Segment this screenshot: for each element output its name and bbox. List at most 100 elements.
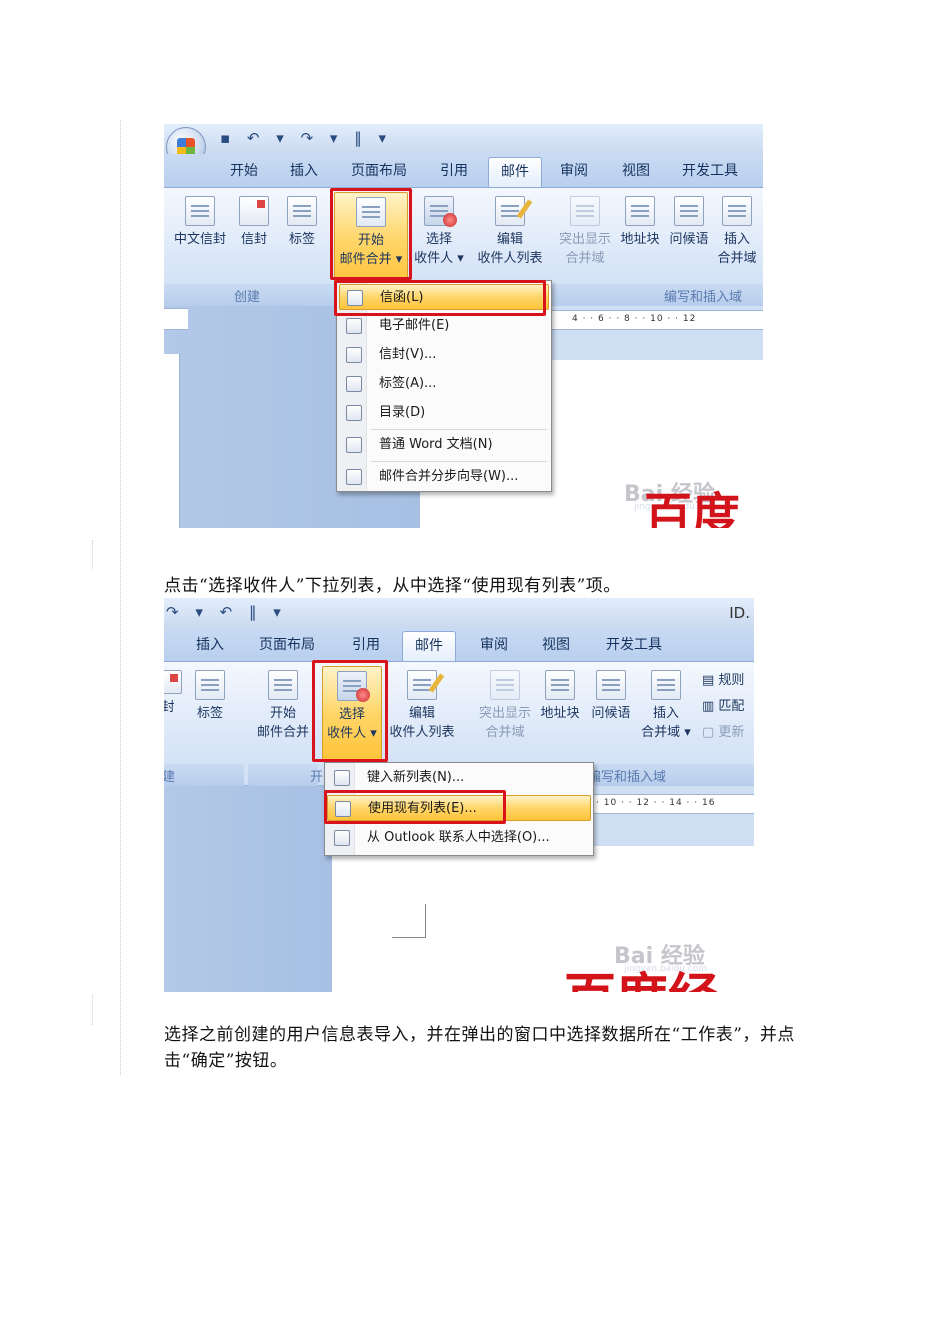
tab-review[interactable]: 审阅 (560, 160, 588, 180)
menu-item-normal-word-document[interactable]: 普通 Word 文档(N) (339, 432, 549, 458)
labels-icon (287, 196, 317, 226)
address-block-button[interactable]: 地址块 (618, 196, 662, 249)
instruction-caption-1: 点击“选择收件人”下拉列表，从中选择“使用现有列表”项。 (164, 576, 621, 596)
edit-recipient-list-button[interactable]: 编辑 收件人列表 (384, 670, 460, 742)
left-margin-rule (120, 120, 121, 1075)
update-labels-button[interactable]: ▢ 更新 (702, 720, 744, 746)
greeting-line-button[interactable]: 问候语 (666, 196, 712, 249)
labels-icon (195, 670, 225, 700)
edit-list-line2: 收件人列表 (477, 251, 543, 266)
ruler-corner-button[interactable] (164, 308, 188, 330)
insert-merge-field-button[interactable]: 插入 合并域 (714, 196, 760, 268)
tab-review[interactable]: 审阅 (480, 634, 508, 654)
menu-item-email[interactable]: 电子邮件(E) (339, 313, 549, 339)
match-fields-button[interactable]: ▥ 匹配 (702, 694, 744, 720)
insert-merge-field-button[interactable]: 插入 合并域 ▾ (638, 670, 694, 742)
screenshot-mail-merge-start: ▪ ↶ ▾ ↷ ▾ ‖ ▾ 开始 插入 页面布局 引用 邮件 审阅 视图 开发工… (164, 124, 763, 528)
tab-references[interactable]: 引用 (440, 160, 468, 180)
menu-item-directory[interactable]: 目录(D) (339, 400, 549, 426)
update-labels-label: 更新 (718, 725, 745, 740)
margin-mark (92, 540, 93, 570)
highlight-box-letters (334, 280, 546, 316)
address-block-label: 地址块 (540, 706, 580, 721)
insert-merge-field-icon (722, 196, 752, 226)
margin-corner-mark (392, 904, 426, 938)
address-block-label: 地址块 (620, 232, 660, 247)
highlight-fields-line1: 突出显示 (558, 232, 611, 247)
edit-recipient-list-button[interactable]: 编辑 收件人列表 (470, 196, 550, 268)
insert-field-line2: 合并域 (717, 251, 757, 266)
envelope-button-partial[interactable]: 封 (164, 670, 182, 717)
highlight-merge-fields-button[interactable]: 突出显示 合并域 (474, 670, 536, 742)
tab-references[interactable]: 引用 (352, 634, 380, 654)
select-recipients-button[interactable]: 选择 收件人 ▾ (410, 196, 468, 268)
highlight-box-use-existing-list (324, 790, 506, 824)
start-mail-merge-line1: 开始 (269, 706, 296, 721)
rules-button[interactable]: ▤ 规则 (702, 668, 744, 694)
address-block-icon (625, 196, 655, 226)
tab-mailings[interactable]: 邮件 (488, 157, 542, 187)
baidu-watermark-text: 百度经 (564, 956, 720, 992)
create-group-label: 创建 (234, 290, 261, 305)
tab-home[interactable]: 开始 (230, 160, 258, 180)
quick-access-toolbar[interactable]: ▪ ↶ ▾ ↷ ▾ ‖ ▾ (220, 129, 392, 147)
word-doc-icon (346, 437, 362, 453)
highlight-merge-fields-button[interactable]: 突出显示 合并域 (554, 196, 616, 268)
label-icon (346, 376, 362, 392)
create-group-bar (164, 764, 244, 786)
envelope-label-partial: 封 (164, 700, 175, 715)
edit-recipient-list-icon (495, 196, 525, 226)
menu-item-label: 目录(D) (379, 405, 426, 420)
envelope-label: 信封 (240, 232, 267, 247)
envelope-button[interactable]: 信封 (234, 196, 274, 249)
start-mail-merge-icon (268, 670, 298, 700)
tab-developer[interactable]: 开发工具 (606, 634, 662, 654)
edit-list-line1: 编辑 (496, 232, 523, 247)
start-mail-merge-button[interactable]: 开始 邮件合并 (248, 670, 318, 742)
menu-item-outlook-contacts[interactable]: 从 Outlook 联系人中选择(O)... (327, 825, 591, 851)
edit-list-line2: 收件人列表 (389, 725, 455, 740)
ribbon-tabs: 插入 页面布局 引用 邮件 审阅 视图 开发工具 (164, 628, 754, 662)
tab-view[interactable]: 视图 (622, 160, 650, 180)
tab-page-layout[interactable]: 页面布局 (259, 634, 315, 654)
address-block-button[interactable]: 地址块 (538, 670, 582, 723)
tab-page-layout[interactable]: 页面布局 (351, 160, 407, 180)
insert-field-line1: 插入 (652, 706, 679, 721)
chinese-envelope-button[interactable]: 中文信封 (170, 196, 230, 249)
menu-item-mail-merge-wizard[interactable]: 邮件合并分步向导(W)... (339, 464, 549, 490)
directory-icon (346, 405, 362, 421)
match-fields-label: 匹配 (718, 699, 745, 714)
insert-field-line1: 插入 (723, 232, 750, 247)
tab-insert[interactable]: 插入 (290, 160, 318, 180)
write-insert-group-label: 编写和插入域 (664, 290, 743, 305)
tab-mailings[interactable]: 邮件 (402, 631, 456, 661)
tab-developer[interactable]: 开发工具 (682, 160, 738, 180)
address-block-icon (545, 670, 575, 700)
greeting-line-label: 问候语 (669, 232, 709, 247)
highlight-box-start-mail-merge (330, 188, 412, 280)
edit-recipient-list-icon (407, 670, 437, 700)
chinese-envelope-label: 中文信封 (173, 232, 226, 247)
greeting-line-label: 问候语 (591, 706, 631, 721)
quick-access-toolbar[interactable]: ↷ ▾ ↶ ‖ ▾ (166, 603, 287, 621)
title-bar: ▪ ↶ ▾ ↷ ▾ ‖ ▾ (164, 124, 763, 167)
email-icon (346, 318, 362, 334)
greeting-line-button[interactable]: 问候语 (588, 670, 634, 723)
insert-merge-field-icon (651, 670, 681, 700)
menu-item-label: 普通 Word 文档(N) (379, 437, 493, 452)
labels-button[interactable]: 标签 (190, 670, 230, 723)
highlight-fields-line2: 合并域 (565, 251, 605, 266)
workspace-background (164, 786, 332, 992)
menu-item-type-new-list[interactable]: 键入新列表(N)... (327, 765, 591, 791)
tab-insert[interactable]: 插入 (196, 634, 224, 654)
rules-group: ▤ 规则 ▥ 匹配 ▢ 更新 (702, 668, 744, 746)
greeting-line-icon (674, 196, 704, 226)
new-list-icon (334, 770, 350, 786)
labels-button[interactable]: 标签 (282, 196, 322, 249)
menu-item-envelopes[interactable]: 信封(V)... (339, 342, 549, 368)
wizard-icon (346, 469, 362, 485)
menu-item-labels[interactable]: 标签(A)... (339, 371, 549, 397)
envelope-icon (346, 347, 362, 363)
tab-view[interactable]: 视图 (542, 634, 570, 654)
title-bar: ↷ ▾ ↶ ‖ ▾ ID. (164, 598, 754, 628)
